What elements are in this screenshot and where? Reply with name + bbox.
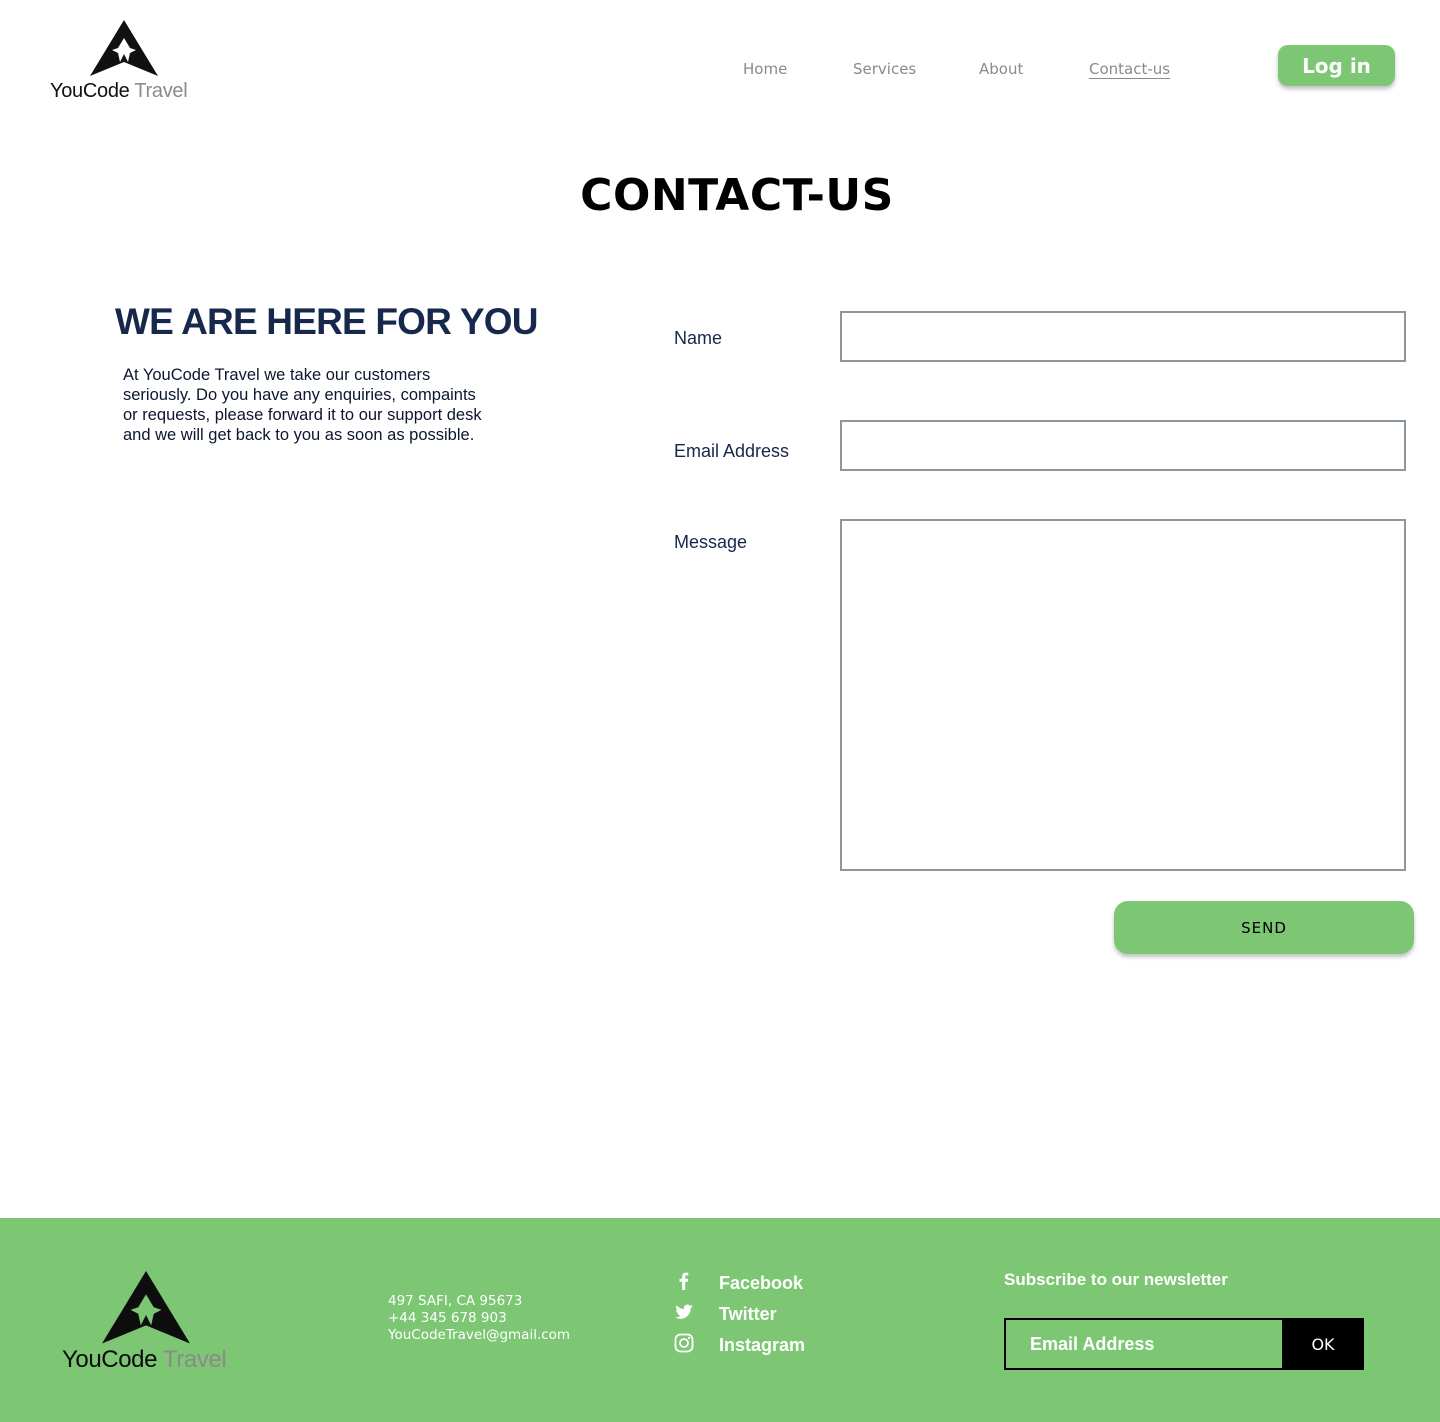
logo-mark-icon xyxy=(102,1271,190,1344)
footer-phone: +44 345 678 903 xyxy=(388,1310,507,1326)
page-title: CONTACT-US xyxy=(580,170,894,221)
footer-logo-name-secondary: Travel xyxy=(162,1346,227,1373)
newsletter-title: Subscribe to our newsletter xyxy=(1004,1270,1228,1289)
social-link-twitter[interactable]: Twitter xyxy=(674,1302,874,1326)
send-button[interactable]: SEND xyxy=(1114,901,1414,954)
social-label-facebook: Facebook xyxy=(719,1273,804,1293)
footer-address: 497 SAFI, CA 95673 xyxy=(388,1293,523,1309)
newsletter-email-input[interactable] xyxy=(1004,1318,1284,1370)
instagram-icon xyxy=(674,1333,694,1353)
nav-home[interactable]: Home xyxy=(743,60,787,78)
email-label: Email Address xyxy=(674,441,790,461)
footer-logo-name-primary: YouCode xyxy=(62,1346,158,1373)
twitter-icon xyxy=(675,1304,693,1319)
social-label-twitter: Twitter xyxy=(719,1304,777,1324)
site-logo[interactable]: YouCode Travel xyxy=(50,18,200,106)
site-footer: YouCode Travel 497 SAFI, CA 95673 +44 34… xyxy=(0,1218,1440,1422)
name-label: Name xyxy=(674,328,723,348)
newsletter-ok-button[interactable]: OK xyxy=(1282,1318,1364,1370)
email-input[interactable] xyxy=(840,420,1406,471)
footer-email: YouCodeTravel@gmail.com xyxy=(388,1327,571,1343)
social-label-instagram: Instagram xyxy=(719,1335,806,1355)
message-label: Message xyxy=(674,532,748,552)
social-link-facebook[interactable]: Facebook xyxy=(674,1271,874,1295)
logo-name-primary: YouCode xyxy=(50,80,130,102)
footer-contact-info: 497 SAFI, CA 95673 +44 345 678 903 YouCo… xyxy=(388,1293,570,1344)
logo-mark-icon xyxy=(90,20,158,76)
login-button[interactable]: Log in xyxy=(1278,45,1395,86)
nav-about[interactable]: About xyxy=(979,60,1023,78)
message-textarea[interactable] xyxy=(840,519,1406,871)
logo-name-secondary: Travel xyxy=(134,80,188,102)
name-input[interactable] xyxy=(840,311,1406,362)
nav-contact-us[interactable]: Contact-us xyxy=(1089,60,1170,78)
nav-services[interactable]: Services xyxy=(853,60,916,78)
intro-text: At YouCode Travel we take our customers … xyxy=(123,366,482,444)
footer-logo[interactable]: YouCode Travel xyxy=(62,1268,232,1378)
intro-heading: WE ARE HERE FOR YOU xyxy=(115,301,538,342)
facebook-icon xyxy=(679,1272,689,1290)
social-link-instagram[interactable]: Instagram xyxy=(674,1333,874,1357)
